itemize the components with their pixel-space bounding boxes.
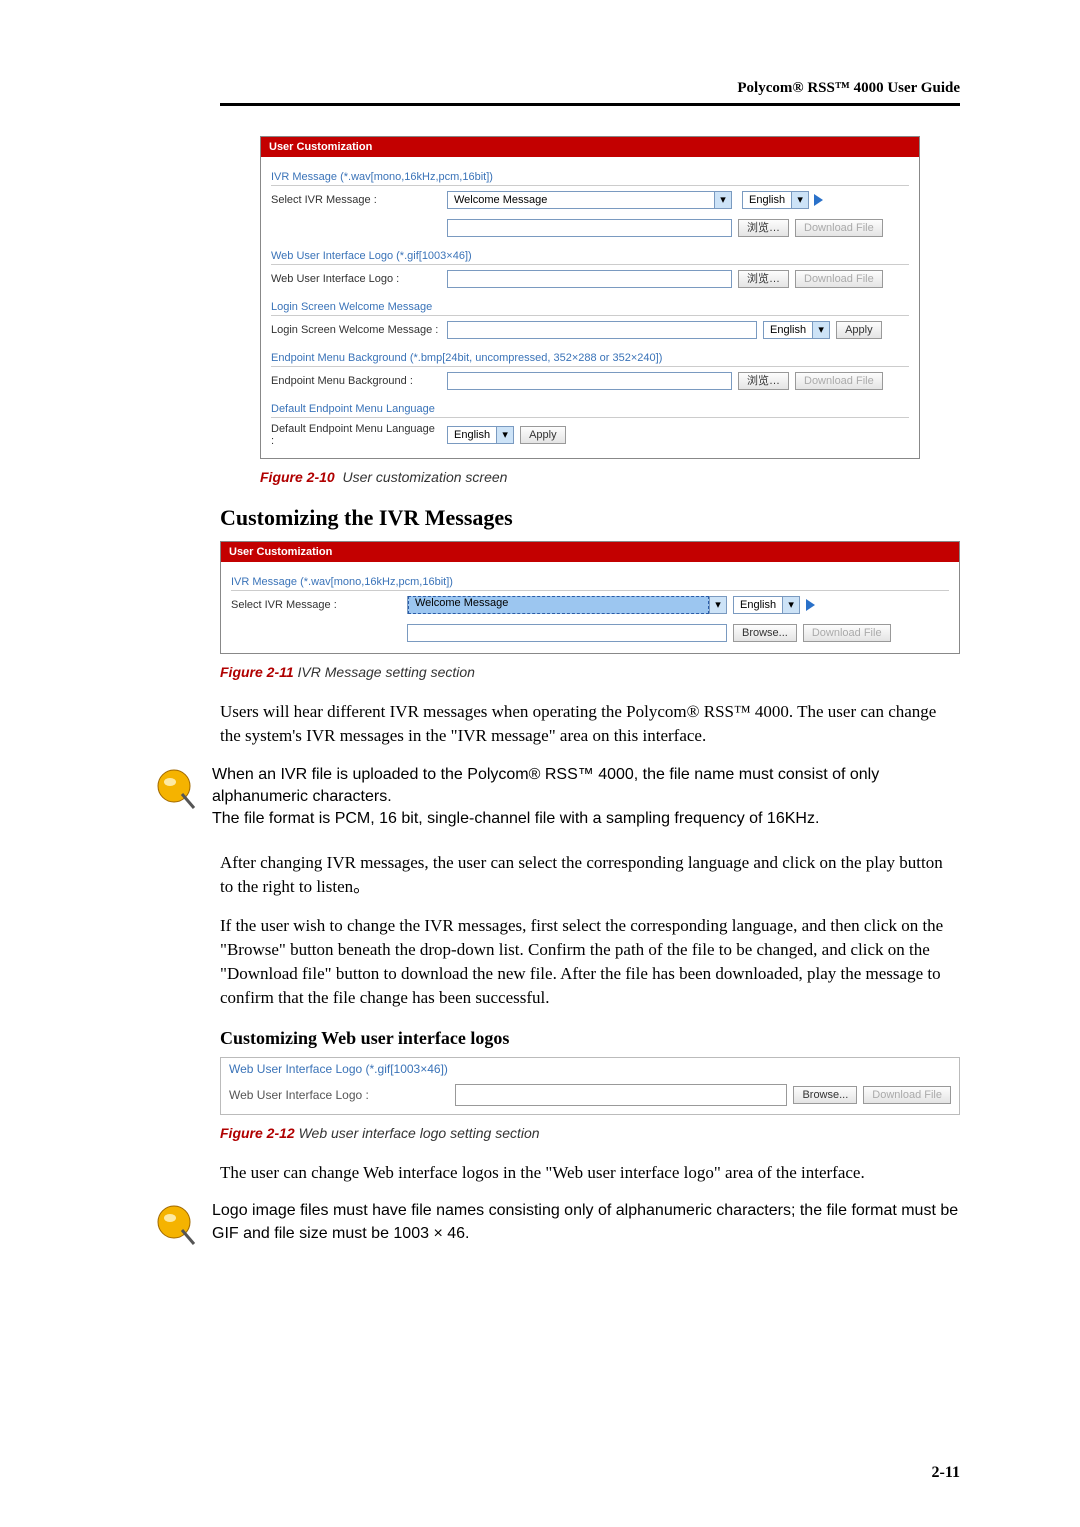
play-icon[interactable]	[806, 599, 815, 611]
download-button[interactable]: Download File	[803, 624, 891, 642]
browse-button[interactable]: 浏览…	[738, 219, 789, 237]
heading-customizing-logos: Customizing Web user interface logos	[220, 1028, 960, 1049]
page-number: 2-11	[932, 1464, 960, 1482]
heading-customizing-ivr: Customizing the IVR Messages	[220, 505, 960, 531]
label-select-ivr: Select IVR Message :	[271, 194, 441, 206]
login-msg-input[interactable]	[447, 321, 757, 339]
figure-caption-2-10: Figure 2-10 User customization screen	[260, 469, 960, 485]
note-line: The file format is PCM, 16 bit, single-c…	[212, 808, 960, 830]
browse-button[interactable]: 浏览…	[738, 270, 789, 288]
chevron-down-icon: ▾	[791, 192, 808, 208]
download-button[interactable]: Download File	[795, 372, 883, 390]
paragraph: Users will hear different IVR messages w…	[220, 700, 960, 748]
label-default-lang: Default Endpoint Menu Language :	[271, 423, 441, 447]
logo-file-input[interactable]	[455, 1084, 787, 1106]
apply-button[interactable]: Apply	[520, 426, 566, 444]
paragraph: After changing IVR messages, the user ca…	[220, 851, 960, 899]
figure-caption-2-12: Figure 2-12 Web user interface logo sett…	[220, 1125, 960, 1141]
play-icon[interactable]	[814, 194, 823, 206]
chevron-down-icon: ▾	[812, 322, 829, 338]
screenshot-logo-section: Web User Interface Logo (*.gif[1003×46])…	[220, 1057, 960, 1115]
header-rule	[220, 103, 960, 106]
language-select[interactable]: English ▾	[733, 596, 800, 614]
logo-section-label: Web User Interface Logo (*.gif[1003×46])	[221, 1058, 959, 1080]
paragraph: The user can change Web interface logos …	[220, 1161, 960, 1185]
note-block: When an IVR file is uploaded to the Poly…	[150, 764, 960, 831]
chevron-down-icon: ▾	[709, 597, 726, 613]
screenshot-user-customization: User Customization IVR Message (*.wav[mo…	[260, 136, 920, 459]
paragraph: If the user wish to change the IVR messa…	[220, 914, 960, 1009]
section-ivr-label: IVR Message (*.wav[mono,16kHz,pcm,16bit]…	[271, 167, 909, 186]
language-select[interactable]: English ▾	[742, 191, 809, 209]
note-pin-icon	[150, 764, 198, 812]
screenshot-ivr-section: User Customization IVR Message (*.wav[mo…	[220, 541, 960, 654]
figure-caption-2-11: Figure 2-11 IVR Message setting section	[220, 664, 960, 680]
download-button[interactable]: Download File	[863, 1086, 951, 1104]
language-value: English	[743, 194, 791, 206]
label-bg: Endpoint Menu Background :	[271, 375, 441, 387]
login-lang-select[interactable]: English ▾	[763, 321, 830, 339]
ivr-message-select[interactable]: Welcome Message ▾	[407, 596, 727, 614]
chevron-down-icon: ▾	[714, 192, 731, 208]
logo-file-input[interactable]	[447, 270, 732, 288]
section-lang-label: Default Endpoint Menu Language	[271, 399, 909, 418]
ivr-message-value: Welcome Message	[408, 596, 709, 614]
download-button[interactable]: Download File	[795, 219, 883, 237]
label-select-ivr: Select IVR Message :	[231, 599, 401, 611]
note-block: Logo image files must have file names co…	[150, 1200, 960, 1248]
panel-title: User Customization	[221, 542, 959, 562]
section-ivr-label: IVR Message (*.wav[mono,16kHz,pcm,16bit]…	[231, 572, 949, 591]
browse-button[interactable]: 浏览…	[738, 372, 789, 390]
download-button[interactable]: Download File	[795, 270, 883, 288]
chevron-down-icon: ▾	[782, 597, 799, 613]
chevron-down-icon: ▾	[496, 427, 513, 443]
note-line: When an IVR file is uploaded to the Poly…	[212, 764, 960, 809]
browse-button[interactable]: Browse...	[733, 624, 797, 642]
ivr-file-input[interactable]	[407, 624, 727, 642]
bg-file-input[interactable]	[447, 372, 732, 390]
apply-button[interactable]: Apply	[836, 321, 882, 339]
section-logo-label: Web User Interface Logo (*.gif[1003×46])	[271, 246, 909, 265]
note-pin-icon	[150, 1200, 198, 1248]
label-logo: Web User Interface Logo :	[229, 1088, 449, 1102]
label-logo: Web User Interface Logo :	[271, 273, 441, 285]
browse-button[interactable]: Browse...	[793, 1086, 857, 1104]
section-login-label: Login Screen Welcome Message	[271, 297, 909, 316]
page-header: Polycom® RSS™ 4000 User Guide	[220, 80, 960, 97]
ivr-message-select[interactable]: Welcome Message ▾	[447, 191, 732, 209]
section-bg-label: Endpoint Menu Background (*.bmp[24bit, u…	[271, 348, 909, 367]
default-lang-select[interactable]: English ▾	[447, 426, 514, 444]
panel-title: User Customization	[261, 137, 919, 157]
label-login-msg: Login Screen Welcome Message :	[271, 324, 441, 336]
note-line: Logo image files must have file names co…	[212, 1200, 960, 1245]
ivr-file-input[interactable]	[447, 219, 732, 237]
ivr-message-value: Welcome Message	[448, 194, 553, 206]
